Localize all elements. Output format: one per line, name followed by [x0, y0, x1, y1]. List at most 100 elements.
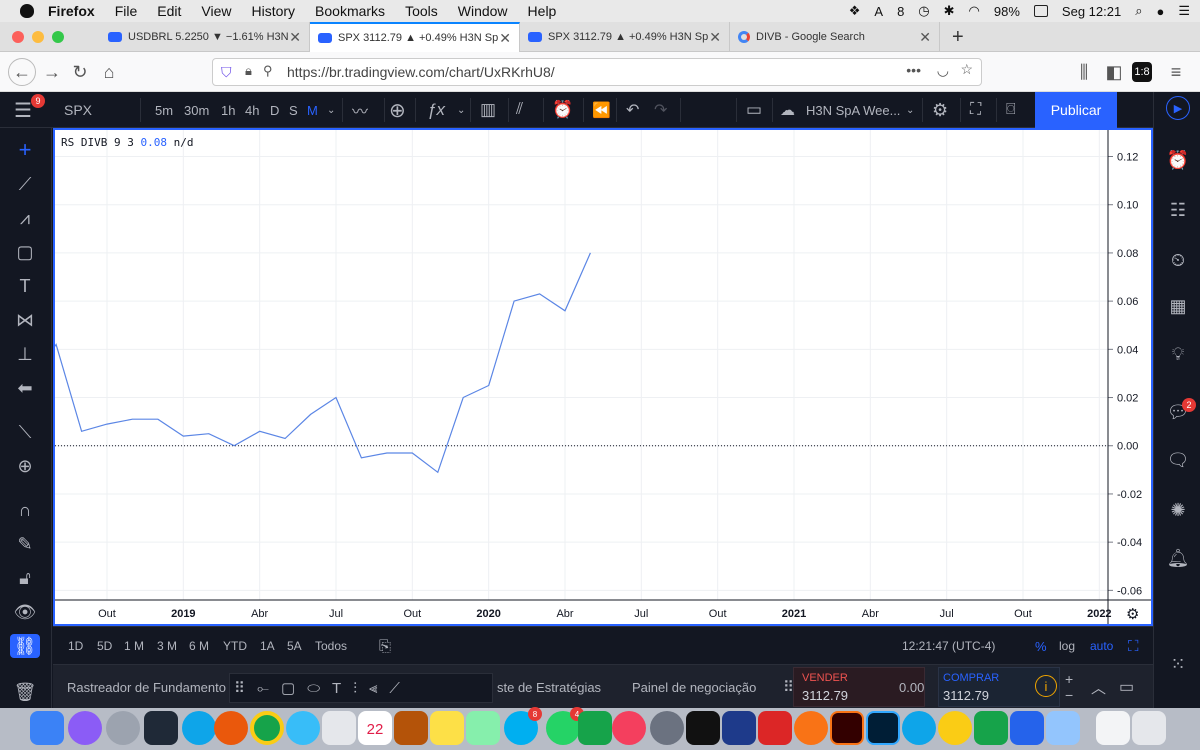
siri-icon[interactable]: ●: [1156, 4, 1164, 19]
close-tab-icon[interactable]: ✕: [499, 30, 511, 47]
trash-icon[interactable]: 🗑︎: [10, 680, 40, 704]
range-3m[interactable]: 3 M: [157, 627, 177, 665]
rectangle-shape-icon[interactable]: ▢: [10, 240, 40, 264]
settings-gear-icon[interactable]: ⚙: [932, 92, 948, 128]
range-1d[interactable]: 1D: [68, 627, 83, 665]
prediction-tool-icon[interactable]: ⊥: [10, 342, 40, 366]
menu-history[interactable]: History: [251, 3, 295, 19]
quicktime-icon[interactable]: [902, 711, 936, 745]
app-menu[interactable]: Firefox: [48, 3, 95, 19]
photos-icon[interactable]: [794, 711, 828, 745]
word-icon[interactable]: [1010, 711, 1044, 745]
cloud-icon[interactable]: ☁: [780, 92, 795, 128]
alert-icon[interactable]: ⏰: [552, 92, 573, 128]
text-tool-icon[interactable]: T: [10, 274, 40, 298]
alarm-clock-icon[interactable]: ⏰: [1164, 146, 1192, 174]
replay-icon[interactable]: ⏪: [592, 92, 611, 128]
fullscreen-icon[interactable]: ⛶: [970, 92, 981, 128]
plus-icon[interactable]: +: [1065, 671, 1073, 687]
bookmark-star-icon[interactable]: ☆: [960, 61, 973, 78]
contacts-icon[interactable]: [394, 711, 428, 745]
library-icon[interactable]: ⫼: [1072, 60, 1096, 84]
ideas-bulb-icon[interactable]: 💡︎: [1164, 340, 1192, 368]
notes-icon[interactable]: [430, 711, 464, 745]
percent-toggle[interactable]: %: [1035, 627, 1047, 665]
interval-d[interactable]: D: [270, 92, 279, 128]
clock[interactable]: Seg 12:21: [1062, 4, 1121, 19]
range-1m[interactable]: 1 M: [124, 627, 144, 665]
drag-handle-icon[interactable]: ⠿: [234, 679, 245, 697]
date-range-icon[interactable]: ⎘: [379, 627, 391, 665]
menu-tools[interactable]: Tools: [405, 3, 438, 19]
watchlist-icon[interactable]: ☷: [1164, 196, 1192, 224]
notifications-bell-icon[interactable]: 🔔︎: [1164, 544, 1192, 572]
menu-file[interactable]: File: [115, 3, 138, 19]
parrot-icon[interactable]: [938, 711, 972, 745]
permissions-icon[interactable]: ⚲: [263, 63, 273, 79]
ellipse-icon[interactable]: ⬭: [307, 680, 320, 697]
interval-s[interactable]: S: [289, 92, 298, 128]
whatsapp-icon[interactable]: 4: [546, 707, 584, 745]
hamburger-menu-icon[interactable]: ≡: [1164, 60, 1188, 84]
calendar-icon[interactable]: 22: [358, 711, 392, 745]
zoom-window-button[interactable]: [52, 31, 64, 43]
illustrator-icon[interactable]: [830, 711, 864, 745]
indicators-icon[interactable]: ƒx: [427, 92, 445, 128]
floating-drawing-toolbar[interactable]: ⠿ ⟜ ▢ ⬭ T ⫶ ⫷ ⟋: [229, 673, 493, 703]
fib-icon[interactable]: ⫶: [353, 680, 357, 697]
sidebar-icon[interactable]: ◧: [1102, 60, 1126, 84]
chart-pane[interactable]: 0.12 0.10 0.08 0.06 0.04 0.02 0.00 -0.02 -0.04 -0…: [53, 128, 1153, 626]
log-toggle[interactable]: log: [1059, 627, 1075, 665]
notification-center-icon[interactable]: ☰: [1178, 3, 1190, 19]
finder-icon[interactable]: [30, 711, 64, 745]
wifi-icon[interactable]: ◠: [969, 3, 980, 19]
channel-icon[interactable]: ⫷: [369, 680, 377, 697]
messages-app-icon[interactable]: [578, 711, 612, 745]
text-tool-icon[interactable]: T: [332, 680, 341, 697]
hotlist-icon[interactable]: ✺: [1164, 496, 1192, 524]
ruler-icon[interactable]: ⟍: [10, 420, 40, 444]
range-5d[interactable]: 5D: [97, 627, 112, 665]
layout-name[interactable]: H3N SpA Wee...: [806, 92, 900, 128]
adobe-icon[interactable]: A: [874, 4, 883, 19]
quantity-stepper[interactable]: + −: [1065, 665, 1073, 709]
back-button[interactable]: ←: [8, 58, 36, 86]
skype-icon[interactable]: 8: [504, 707, 542, 745]
menu-window[interactable]: Window: [458, 3, 508, 19]
publish-button[interactable]: Publicar: [1035, 92, 1117, 128]
compare-add-icon[interactable]: ⊕: [389, 92, 406, 128]
range-6m[interactable]: 6 M: [189, 627, 209, 665]
range-5a[interactable]: 5A: [287, 627, 302, 665]
redo-icon[interactable]: ↷: [654, 92, 667, 128]
chart-canvas[interactable]: 0.12 0.10 0.08 0.06 0.04 0.02 0.00 -0.02 -0.04 -0…: [55, 130, 1151, 624]
dots-grid-icon[interactable]: ⁙: [1164, 650, 1192, 678]
menu-edit[interactable]: Edit: [157, 3, 181, 19]
trend-line-icon[interactable]: ⟋: [389, 680, 400, 697]
range-all[interactable]: Todos: [315, 627, 347, 665]
remote-desktop-icon[interactable]: [758, 711, 792, 745]
tab-trading-panel[interactable]: Painel de negociação: [632, 665, 756, 709]
calendar-icon[interactable]: ▦: [1164, 292, 1192, 320]
spotlight-icon[interactable]: ⌕: [1135, 3, 1142, 19]
info-icon[interactable]: i: [1035, 675, 1057, 697]
excel-icon[interactable]: [974, 711, 1008, 745]
apple-icon[interactable]: [20, 4, 34, 18]
line-tool-icon[interactable]: ⟜: [257, 680, 269, 697]
range-1a[interactable]: 1A: [260, 627, 275, 665]
music-icon[interactable]: [612, 711, 646, 745]
url-bar[interactable]: ⛉ 🔒︎ ⚲ https://br.tradingview.com/chart/…: [212, 58, 982, 86]
pattern-tool-icon[interactable]: ⋈: [10, 308, 40, 332]
menu-help[interactable]: Help: [528, 3, 557, 19]
metatrader-icon[interactable]: [722, 711, 756, 745]
launchpad-icon[interactable]: [106, 711, 140, 745]
tab-screener[interactable]: Rastreador de Fundamento: [67, 665, 226, 709]
axis-settings-gear-icon[interactable]: ⚙: [1126, 605, 1139, 623]
layout-icon[interactable]: ▭: [746, 92, 762, 128]
tab-google[interactable]: DIVB - Google Search ✕: [730, 22, 940, 52]
maximize-panel-icon[interactable]: ▭: [1119, 665, 1134, 709]
financials-icon[interactable]: ⫽: [516, 92, 523, 128]
bluetooth-icon[interactable]: ✱: [944, 3, 955, 19]
lock-icon[interactable]: 🔓︎: [10, 566, 40, 590]
home-icon[interactable]: ⌂: [97, 60, 121, 84]
menu-bookmarks[interactable]: Bookmarks: [315, 3, 385, 19]
